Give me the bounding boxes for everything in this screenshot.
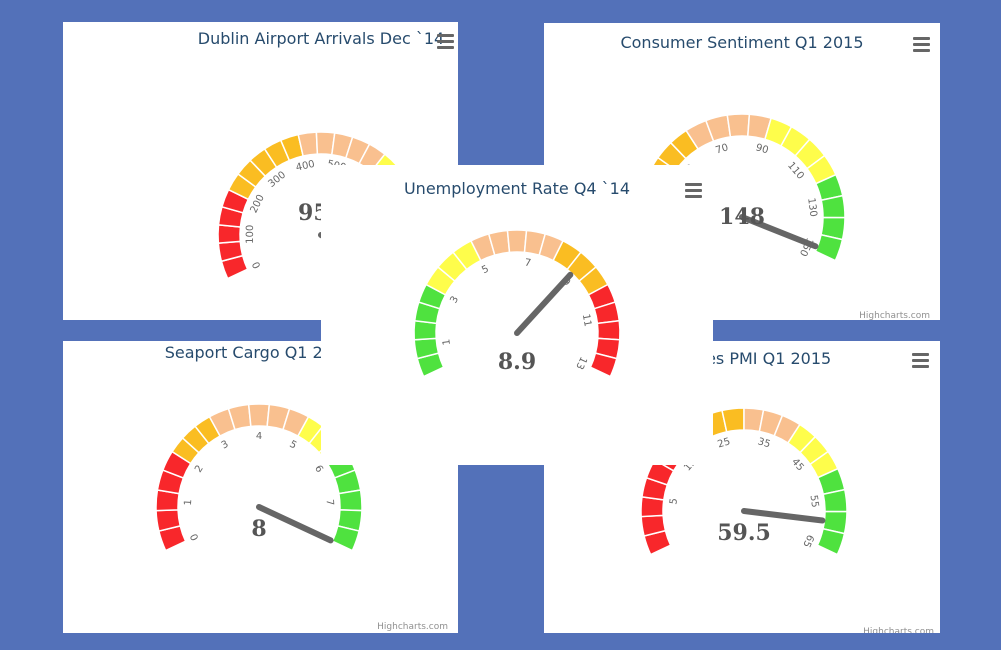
gauge-tick-label: 1 (441, 338, 453, 346)
gauge-tick-label: 5 (287, 439, 298, 452)
gauge-value: 59.5 (717, 520, 771, 546)
gauge-tick-label: 7 (324, 499, 335, 506)
hamburger-menu-icon[interactable] (437, 34, 454, 49)
gauge-tick-label: 55 (808, 494, 821, 508)
gauge-tick-label: 5 (668, 497, 680, 505)
gauge-tick-label: 5 (480, 264, 491, 277)
gauge-unemployment: 1357911138.9Unemployment Rate Q4 `14 (404, 179, 702, 378)
gauge-tick-label: 3 (220, 439, 231, 452)
gauge-needle-tip (567, 272, 573, 278)
gauge-band-green (822, 488, 848, 513)
gauge-tick-label: 90 (754, 142, 769, 156)
gauge-needle-tip (819, 518, 825, 524)
gauge-tick-label: 2 (193, 463, 206, 474)
gauge-title: Unemployment Rate Q4 `14 (404, 179, 630, 198)
gauge-tick-label: 1 (183, 499, 194, 506)
gauge-tick-label: 45 (789, 457, 806, 474)
gauge-band-green (338, 489, 363, 512)
gauge-needle (256, 504, 334, 544)
gauge-band-peach (247, 403, 271, 428)
gauge-title: Dublin Airport Arrivals Dec `14 (198, 29, 444, 48)
gauge-tick-label: 11 (580, 313, 593, 328)
gauge-band-green (820, 194, 846, 219)
gauge-tick-label: 6 (312, 463, 325, 474)
gauge-tick-label: 3 (448, 294, 461, 305)
hamburger-menu-icon[interactable] (913, 37, 930, 52)
gauge-needle-tip (812, 243, 818, 249)
gauge-tick-label: 0 (189, 532, 202, 542)
gauge-tick-label: 4 (256, 431, 262, 442)
gauge-card-unemployment: 1357911138.9Unemployment Rate Q4 `14 (321, 165, 713, 465)
gauge-tick-label: 65 (800, 533, 815, 549)
gauge-tick-label: 25 (716, 436, 731, 450)
gauge-tick-label: 70 (714, 142, 729, 156)
gauge-tick-label: 200 (249, 193, 267, 215)
gauge-tick-label: 400 (295, 159, 316, 174)
gauge-band-orange (721, 407, 745, 433)
gauge-needle (514, 271, 574, 336)
gauge-tick-label: 100 (245, 225, 256, 244)
gauge-tick-label: 13 (573, 355, 588, 371)
gauge-tick-label: 130 (805, 197, 819, 217)
gauge-band-peach (506, 229, 528, 254)
credit-link[interactable]: Highcharts.com (859, 311, 930, 320)
gauge-title: Consumer Sentiment Q1 2015 (620, 33, 863, 52)
gauge-band-green (331, 525, 361, 552)
gauge-value: 8 (251, 516, 266, 542)
hamburger-menu-icon[interactable] (912, 353, 929, 368)
gauge-tick-label: 35 (756, 436, 771, 450)
credit-link[interactable]: Highcharts.com (863, 627, 934, 633)
gauge-band-red (596, 319, 621, 341)
gauge-value: 148 (719, 204, 765, 230)
gauge-value: 8.9 (498, 349, 536, 375)
gauge-band-red (217, 224, 242, 244)
gauge-band-peach (726, 113, 751, 138)
credit-link[interactable]: Highcharts.com (377, 622, 448, 632)
gauge-band-green (816, 527, 846, 556)
gauge-needle-tip (328, 537, 334, 543)
gauge-band-green (814, 233, 844, 262)
gauge-tick-label: 7 (524, 257, 532, 269)
hamburger-menu-icon[interactable] (685, 183, 702, 198)
gauge-tick-label: 0 (251, 260, 264, 270)
